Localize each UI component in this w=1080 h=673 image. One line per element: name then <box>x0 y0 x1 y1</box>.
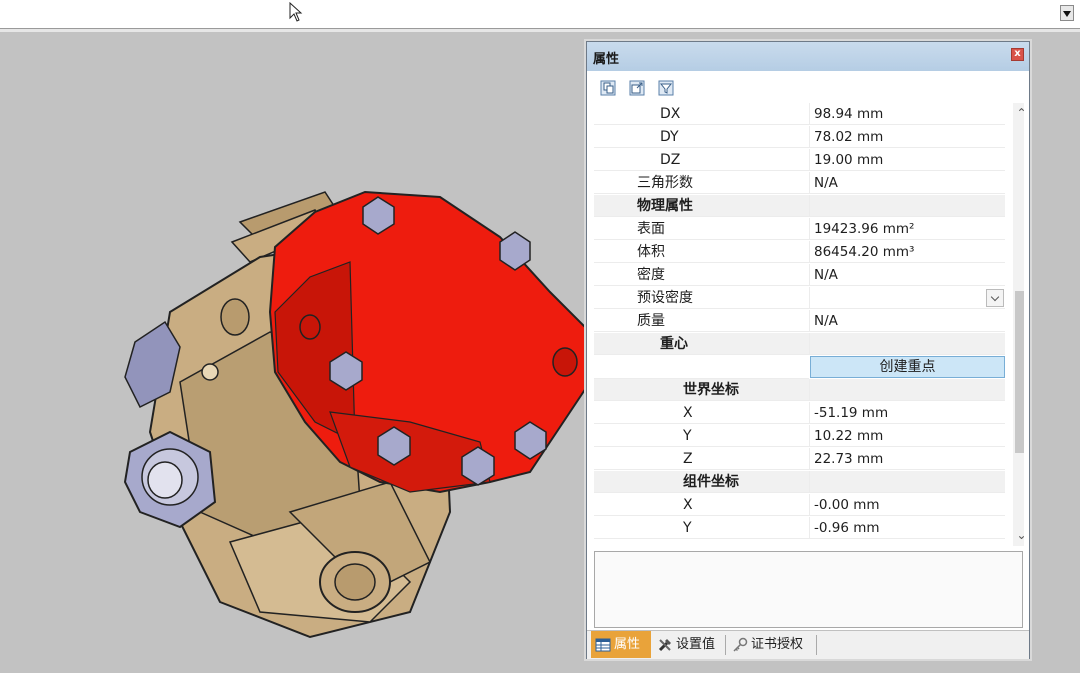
tab-license[interactable]: 证书授权 <box>728 631 814 658</box>
key-icon <box>733 637 748 652</box>
property-value: 22.73 mm <box>809 448 1005 470</box>
property-value: -0.00 mm <box>809 494 1005 516</box>
property-value: -51.19 mm <box>809 402 1005 424</box>
property-grid[interactable]: DX 98.94 mm DY 78.02 mm DZ 19.00 mm 三角形数… <box>594 103 1024 546</box>
property-value: N/A <box>809 264 1005 286</box>
empty-label <box>594 356 809 379</box>
group-label: 物理属性 <box>594 195 809 217</box>
property-label: Y <box>594 425 809 447</box>
property-label: DZ <box>594 149 809 171</box>
group-row-component-coords[interactable]: 组件坐标 <box>594 471 1005 494</box>
property-row-create-center: 创建重点 <box>594 356 1005 379</box>
scroll-thumb[interactable] <box>1015 291 1024 453</box>
property-row-mass[interactable]: 质量 N/A <box>594 310 1005 333</box>
property-value: 86454.20 mm³ <box>809 241 1005 263</box>
property-label: 表面 <box>594 218 809 240</box>
tab-label: 属性 <box>614 637 641 652</box>
panel-toolbar <box>587 71 1029 101</box>
property-row-dz[interactable]: DZ 19.00 mm <box>594 149 1005 172</box>
property-value: 10.22 mm <box>809 425 1005 447</box>
group-row-physical[interactable]: 物理属性 <box>594 195 1005 218</box>
property-row-density[interactable]: 密度 N/A <box>594 264 1005 287</box>
chevron-down-icon[interactable] <box>986 289 1004 307</box>
group-row-center[interactable]: 重心 <box>594 333 1005 356</box>
description-box <box>594 551 1023 628</box>
scroll-down-icon[interactable]: ⌄ <box>1013 527 1024 544</box>
property-row-world-x[interactable]: X -51.19 mm <box>594 402 1005 425</box>
dropdown-arrow-button[interactable] <box>1060 5 1074 21</box>
property-value: -0.96 mm <box>809 517 1005 539</box>
property-row-volume[interactable]: 体积 86454.20 mm³ <box>594 241 1005 264</box>
property-value: N/A <box>809 310 1005 332</box>
group-value <box>809 195 1005 217</box>
group-label: 组件坐标 <box>594 471 809 493</box>
property-value: N/A <box>809 172 1005 194</box>
property-row-component-y[interactable]: Y -0.96 mm <box>594 517 1005 540</box>
filter-icon[interactable] <box>658 80 674 96</box>
tab-label: 证书授权 <box>751 637 804 652</box>
property-label: 体积 <box>594 241 809 263</box>
scroll-up-icon[interactable]: ⌃ <box>1013 105 1024 122</box>
property-value: 98.94 mm <box>809 103 1005 125</box>
property-label: Y <box>594 517 809 539</box>
panel-title: 属性 <box>593 52 620 67</box>
property-value: 19423.96 mm² <box>809 218 1005 240</box>
group-label: 重心 <box>594 333 809 355</box>
property-label: DY <box>594 126 809 148</box>
property-value: 78.02 mm <box>809 126 1005 148</box>
property-label: DX <box>594 103 809 125</box>
property-row-world-z[interactable]: Z 22.73 mm <box>594 448 1005 471</box>
group-row-world-coords[interactable]: 世界坐标 <box>594 379 1005 402</box>
property-row-dy[interactable]: DY 78.02 mm <box>594 126 1005 149</box>
export-icon[interactable] <box>629 80 645 96</box>
create-center-button[interactable]: 创建重点 <box>810 356 1005 378</box>
vertical-scrollbar[interactable]: ⌃ ⌄ <box>1013 103 1024 546</box>
top-input-bar[interactable] <box>0 0 1080 29</box>
tab-label: 设置值 <box>676 637 716 652</box>
property-label: 密度 <box>594 264 809 286</box>
tab-separator <box>725 635 726 655</box>
property-row-world-y[interactable]: Y 10.22 mm <box>594 425 1005 448</box>
group-label: 世界坐标 <box>594 379 809 401</box>
tools-icon <box>658 639 671 652</box>
group-value <box>809 379 1005 401</box>
property-row-preset-density[interactable]: 预设密度 <box>594 287 1005 310</box>
property-label: X <box>594 402 809 424</box>
tab-separator <box>816 635 817 655</box>
close-button[interactable]: x <box>1011 48 1024 61</box>
table-icon <box>595 638 611 652</box>
property-row-surface[interactable]: 表面 19423.96 mm² <box>594 218 1005 241</box>
tab-properties[interactable]: 属性 <box>591 631 651 658</box>
property-value: 19.00 mm <box>809 149 1005 171</box>
pump-3d-model[interactable] <box>110 182 590 652</box>
property-row-component-x[interactable]: X -0.00 mm <box>594 494 1005 517</box>
property-row-triangles[interactable]: 三角形数 N/A <box>594 172 1005 195</box>
copy-icon[interactable] <box>600 80 616 96</box>
bottom-tab-bar: 属性 设置值 证书授权 <box>587 630 1029 659</box>
panel-title-bar: 属性 x <box>587 42 1029 71</box>
group-value <box>809 333 1005 355</box>
property-label: 预设密度 <box>594 287 809 309</box>
property-label: Z <box>594 448 809 470</box>
property-label: 质量 <box>594 310 809 332</box>
property-label: 三角形数 <box>594 172 809 194</box>
property-label: X <box>594 494 809 516</box>
tab-settings[interactable]: 设置值 <box>653 631 723 658</box>
group-value <box>809 471 1005 493</box>
property-row-dx[interactable]: DX 98.94 mm <box>594 103 1005 126</box>
properties-panel: 属性 x DX 98.94 mm DY 78.02 mm DZ 19.00 mm… <box>586 41 1030 659</box>
mouse-cursor-icon <box>289 2 303 22</box>
preset-density-select[interactable] <box>809 287 1005 309</box>
